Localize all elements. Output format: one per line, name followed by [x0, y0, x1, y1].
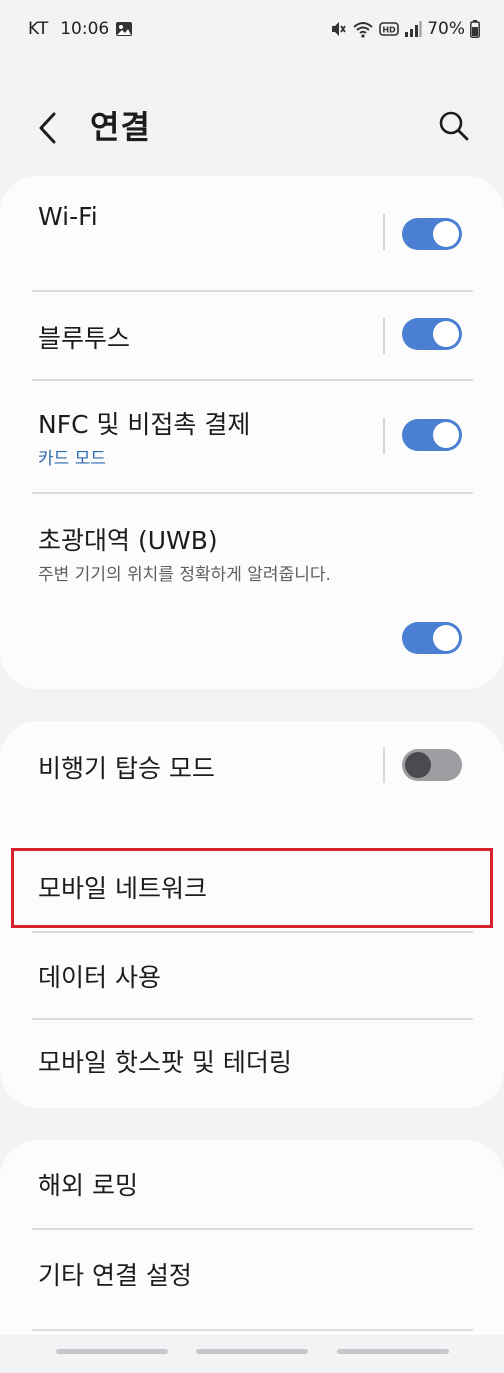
highlight-box [11, 848, 493, 928]
signal-icon [405, 21, 422, 37]
toggle-knob [405, 752, 431, 778]
bluetooth-title: 블루투스 [38, 324, 131, 353]
toggle-knob [433, 321, 459, 347]
hotspot-row[interactable]: 모바일 핫스팟 및 테더링 [0, 1020, 504, 1108]
airplane-mode-row[interactable]: 비행기 탑승 모드 [0, 721, 504, 845]
divider [383, 418, 385, 454]
roaming-row[interactable]: 해외 로밍 [0, 1140, 504, 1228]
mute-icon [332, 22, 346, 36]
gallery-notification-icon [116, 22, 133, 36]
wifi-toggle[interactable] [402, 218, 462, 250]
nav-recents-button[interactable] [56, 1349, 168, 1354]
carrier-label: KT [28, 19, 49, 39]
roaming-title: 해외 로밍 [38, 1171, 138, 1200]
uwb-subtitle: 주변 기기의 위치를 정확하게 알려줍니다. [38, 565, 331, 585]
nfc-subtitle: 카드 모드 [38, 449, 106, 469]
bluetooth-row[interactable]: 블루투스 [0, 292, 504, 380]
data-usage-title: 데이터 사용 [38, 963, 161, 992]
nfc-row[interactable]: NFC 및 비접촉 결제 카드 모드 [0, 381, 504, 493]
status-left: KT 10:06 [28, 19, 133, 39]
more-settings-row[interactable]: 기타 연결 설정 [0, 1230, 504, 1318]
airplane-mode-toggle[interactable] [402, 749, 462, 781]
clock: 10:06 [60, 19, 110, 39]
wifi-title: Wi-Fi [38, 202, 98, 231]
nfc-title: NFC 및 비접촉 결제 [38, 410, 251, 439]
connections-card-primary: Wi-Fi 블루투스 NFC 및 비접촉 결제 카드 모드 초광대역 (UWB)… [0, 176, 504, 689]
nav-back-button[interactable] [337, 1349, 449, 1354]
airplane-mode-title: 비행기 탑승 모드 [38, 754, 215, 783]
battery-percent: 70% [427, 19, 465, 39]
status-bar: KT 10:06 HD 70% [0, 0, 504, 60]
uwb-title: 초광대역 (UWB) [38, 526, 218, 555]
wifi-row[interactable]: Wi-Fi [0, 176, 504, 290]
uwb-toggle[interactable] [402, 622, 462, 654]
row-divider [32, 1329, 473, 1331]
back-arrow-icon [39, 112, 56, 144]
nav-home-button[interactable] [196, 1349, 308, 1354]
hd-voice-icon: HD [379, 22, 400, 36]
hotspot-title: 모바일 핫스팟 및 테더링 [38, 1048, 292, 1077]
bluetooth-toggle[interactable] [402, 318, 462, 350]
toggle-knob [433, 221, 459, 247]
toggle-knob [433, 625, 459, 651]
divider [383, 318, 385, 354]
wifi-icon [353, 22, 373, 38]
data-usage-row[interactable]: 데이터 사용 [0, 933, 504, 1019]
page-title: 연결 [90, 108, 151, 146]
divider [383, 214, 385, 250]
nfc-toggle[interactable] [402, 419, 462, 451]
navigation-bar [0, 1340, 504, 1373]
svg-text:HD: HD [383, 26, 397, 35]
back-button[interactable] [30, 108, 66, 148]
more-settings-title: 기타 연결 설정 [38, 1261, 192, 1290]
battery-icon [470, 20, 480, 38]
toggle-knob [433, 422, 459, 448]
status-right: HD 70% [329, 19, 480, 39]
divider [383, 747, 385, 783]
search-icon [439, 111, 469, 141]
uwb-row[interactable]: 초광대역 (UWB) 주변 기기의 위치를 정확하게 알려줍니다. [0, 494, 504, 689]
app-header: 연결 [0, 88, 504, 168]
connections-card-more: 해외 로밍 기타 연결 설정 [0, 1140, 504, 1335]
search-button[interactable] [436, 108, 472, 144]
